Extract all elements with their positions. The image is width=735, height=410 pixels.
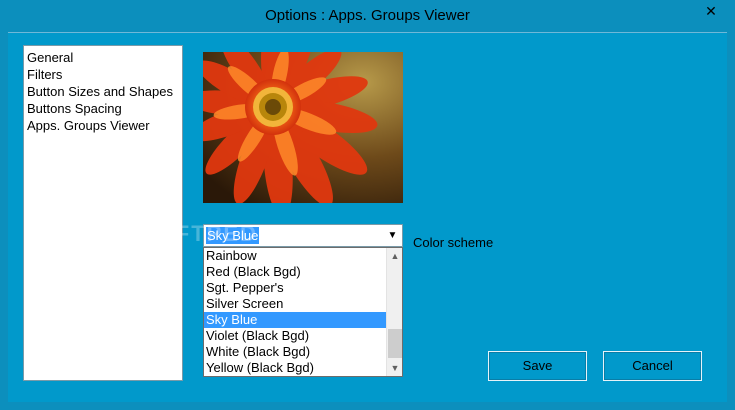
color-scheme-option[interactable]: Rainbow	[204, 248, 386, 264]
cancel-button[interactable]: Cancel	[603, 351, 702, 381]
triangle-up-icon[interactable]: ▲	[387, 248, 402, 264]
color-scheme-option[interactable]: Violet (Black Bgd)	[204, 328, 386, 344]
save-button[interactable]: Save	[488, 351, 587, 381]
color-scheme-selected-value: Sky Blue	[206, 227, 260, 244]
flower-preview-graphic	[203, 52, 403, 203]
color-scheme-combobox[interactable]: Sky Blue ▼	[203, 224, 403, 247]
title-bar: Options : Apps. Groups Viewer ✕	[0, 0, 735, 32]
chevron-down-icon[interactable]: ▼	[385, 227, 400, 244]
color-scheme-option[interactable]: Sgt. Pepper's	[204, 280, 386, 296]
triangle-down-icon[interactable]: ▼	[387, 360, 402, 376]
close-button[interactable]: ✕	[691, 0, 731, 22]
color-scheme-option[interactable]: Silver Screen	[204, 296, 386, 312]
color-scheme-option[interactable]: Red (Black Bgd)	[204, 264, 386, 280]
color-scheme-option[interactable]: White (Black Bgd)	[204, 344, 386, 360]
color-scheme-dropdown-list[interactable]: Rainbow Red (Black Bgd) Sgt. Pepper's Si…	[203, 247, 403, 377]
category-item-apps-groups-viewer[interactable]: Apps. Groups Viewer	[24, 117, 182, 134]
dropdown-scrollbar[interactable]: ▲ ▼	[386, 248, 402, 376]
category-item-button-sizes[interactable]: Button Sizes and Shapes	[24, 83, 182, 100]
category-item-general[interactable]: General	[24, 49, 182, 66]
category-item-buttons-spacing[interactable]: Buttons Spacing	[24, 100, 182, 117]
scheme-preview-image	[203, 52, 403, 203]
color-scheme-option[interactable]: Yellow (Black Bgd)	[204, 360, 386, 376]
color-scheme-option-selected[interactable]: Sky Blue	[204, 312, 386, 328]
options-category-list[interactable]: General Filters Button Sizes and Shapes …	[23, 45, 183, 381]
color-scheme-label: Color scheme	[413, 235, 494, 250]
close-icon: ✕	[705, 3, 717, 19]
window-title: Options : Apps. Groups Viewer	[265, 7, 470, 24]
category-item-filters[interactable]: Filters	[24, 66, 182, 83]
scrollbar-thumb[interactable]	[388, 329, 402, 358]
options-panel: General Filters Button Sizes and Shapes …	[8, 32, 727, 402]
